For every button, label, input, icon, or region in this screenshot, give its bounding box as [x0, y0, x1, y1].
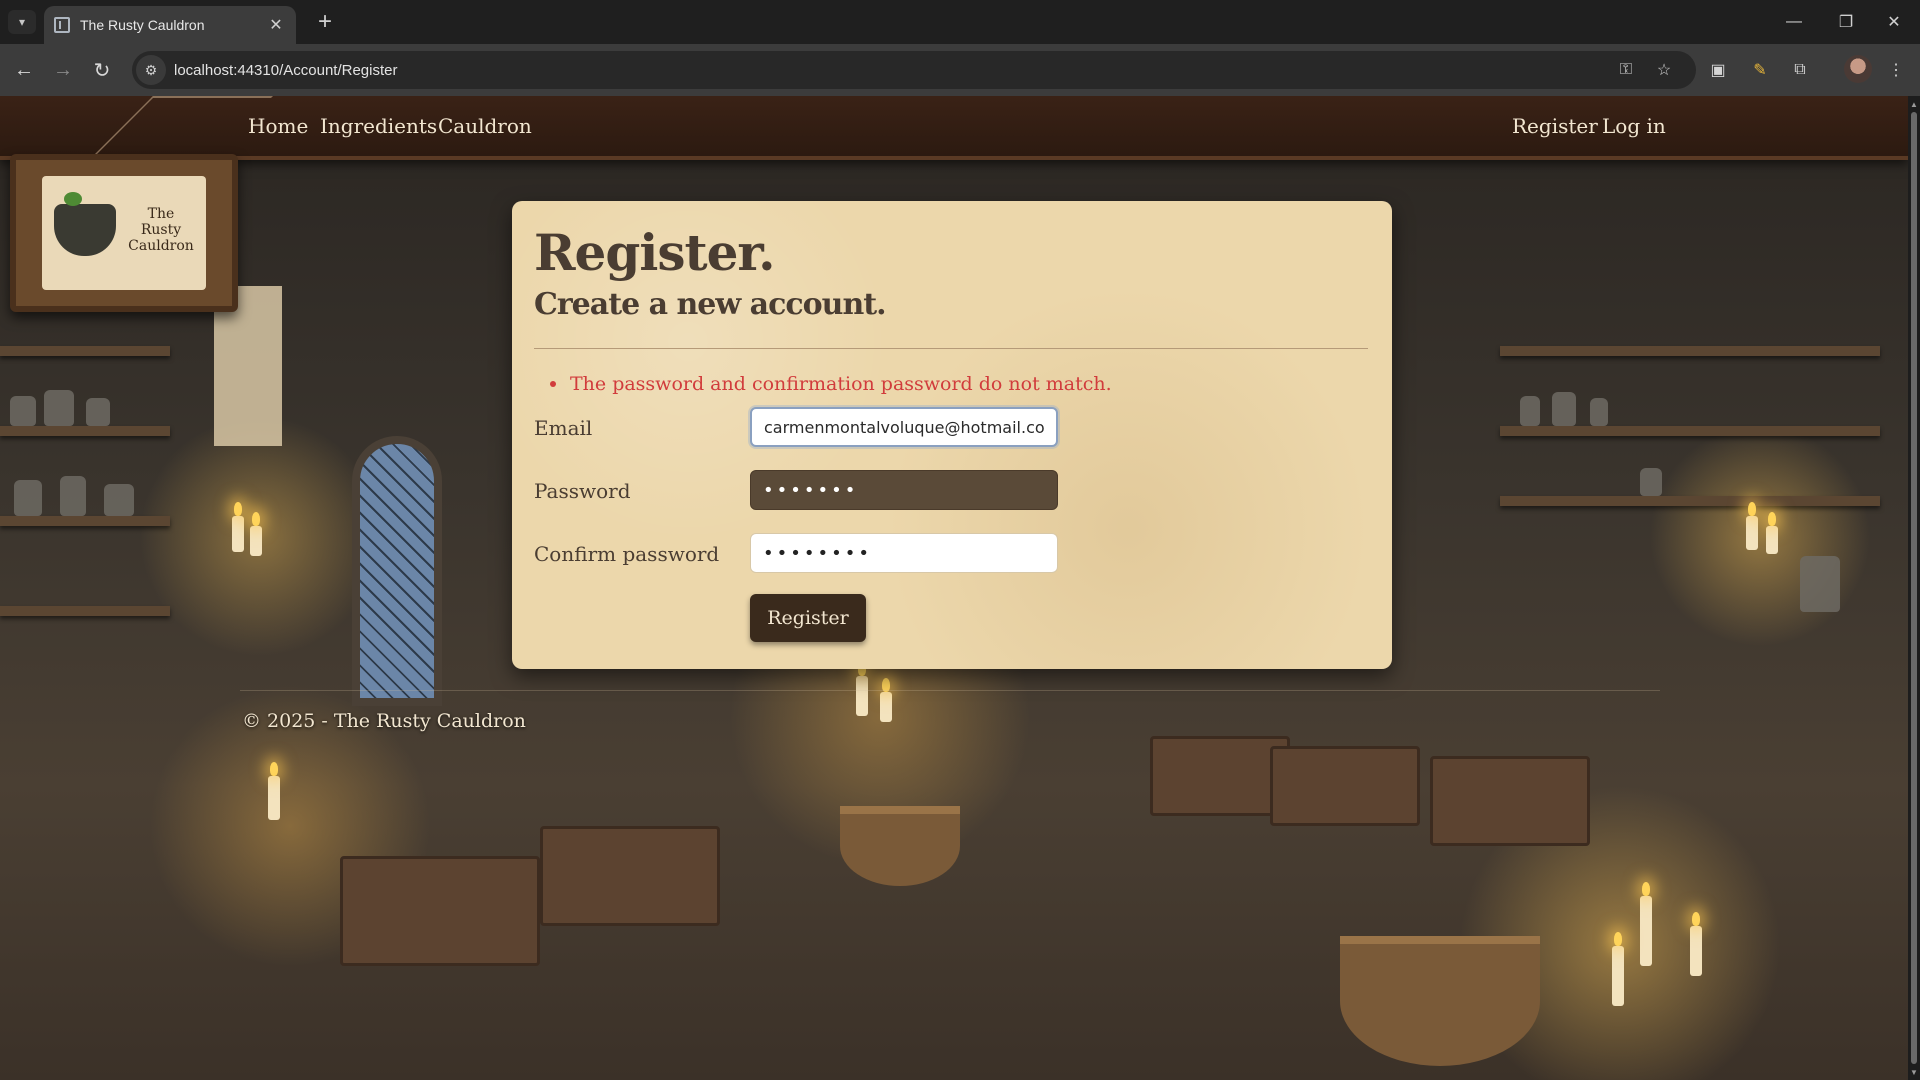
confirm-password-label: Confirm password [534, 542, 720, 566]
browser-toolbar: ← → ↻ ⚙ localhost:44310/Account/Register… [0, 44, 1920, 96]
extension-pen-icon[interactable]: ✎ [1746, 56, 1774, 84]
page-title: Register. [534, 223, 776, 282]
divider [534, 348, 1368, 349]
background-crate [340, 856, 540, 966]
register-button[interactable]: Register [750, 594, 866, 642]
footer-copyright: © 2025 - The Rusty Cauldron [242, 710, 526, 732]
background-candle [1640, 882, 1652, 966]
background-jar [1640, 468, 1662, 496]
logo-plate: The Rusty Cauldron [42, 176, 206, 290]
logo-text: The Rusty Cauldron [120, 206, 202, 254]
new-tab-plus-icon[interactable]: + [310, 8, 340, 38]
browser-tabstrip: ▾ The Rusty Cauldron ✕ + — ❐ ✕ [0, 0, 1920, 44]
page-viewport: Home Ingredients Cauldron Register Log i… [0, 96, 1908, 1080]
background-crate [1150, 736, 1290, 816]
site-info-tune-icon[interactable]: ⚙ [136, 55, 166, 85]
scrollbar-thumb[interactable] [1911, 112, 1917, 1064]
page-scrollbar[interactable]: ▲ ▼ [1908, 96, 1920, 1080]
nav-ingredients-link[interactable]: Ingredients [320, 114, 437, 138]
validation-error: The password and confirmation password d… [550, 373, 1112, 395]
background-basket [840, 806, 960, 886]
background-jar [1552, 392, 1576, 426]
background-window [352, 436, 442, 706]
browser-tab[interactable]: The Rusty Cauldron ✕ [44, 6, 296, 44]
background-shelf [0, 346, 170, 356]
nav-register-link[interactable]: Register [1512, 114, 1598, 138]
background-jar [1520, 396, 1540, 426]
scroll-down-icon[interactable]: ▼ [1910, 1068, 1918, 1077]
background-crate [540, 826, 720, 926]
nav-home-link[interactable]: Home [248, 114, 308, 138]
background-jar [1590, 398, 1608, 426]
background-shelf [1500, 346, 1880, 356]
page-subtitle: Create a new account. [534, 287, 887, 322]
email-label: Email [534, 416, 593, 440]
background-jar [104, 484, 134, 516]
background-candle [1746, 502, 1758, 550]
password-field[interactable]: ••••••• [750, 470, 1058, 510]
cauldron-icon [54, 192, 116, 256]
background-candle [856, 662, 868, 716]
background-candle [1612, 932, 1624, 1006]
back-arrow-icon[interactable]: ← [10, 56, 38, 84]
minimize-icon[interactable]: — [1768, 0, 1820, 44]
site-navbar: Home Ingredients Cauldron Register Log i… [0, 96, 1908, 160]
background-shelf [1500, 496, 1880, 506]
close-window-icon[interactable]: ✕ [1868, 0, 1920, 44]
password-label: Password [534, 479, 631, 503]
background-shelf [0, 516, 170, 526]
background-shelf [0, 606, 170, 616]
background-jar [1800, 556, 1840, 612]
background-candle [1690, 912, 1702, 976]
bullet-icon [550, 381, 556, 387]
logo-text-line: Cauldron [128, 238, 194, 254]
background-jar [10, 396, 36, 426]
validation-error-text: The password and confirmation password d… [570, 373, 1112, 395]
restore-icon[interactable]: ❐ [1820, 0, 1872, 44]
url-text[interactable]: localhost:44310/Account/Register [174, 62, 397, 79]
address-bar[interactable]: ⚙ localhost:44310/Account/Register ⚿ ☆ [132, 51, 1696, 89]
background-jar [86, 398, 110, 426]
background-crate [1430, 756, 1590, 846]
background-jar [14, 480, 42, 516]
background-basket [1340, 936, 1540, 1066]
puzzle-icon[interactable]: ⧉ [1786, 56, 1814, 84]
background-shelf [0, 426, 170, 436]
profile-avatar[interactable] [1844, 55, 1872, 83]
tab-close-icon[interactable]: ✕ [266, 15, 286, 35]
footer-divider [240, 690, 1660, 691]
scroll-up-icon[interactable]: ▲ [1910, 100, 1918, 109]
background-jar [44, 390, 74, 426]
background-candle [1766, 512, 1778, 554]
background-jar [60, 476, 86, 516]
logo-text-line: The [147, 206, 175, 222]
background-candle [880, 678, 892, 722]
email-field[interactable]: carmenmontalvoluque@hotmail.co [750, 407, 1058, 447]
extension-a-icon[interactable]: ▣ [1704, 56, 1732, 84]
star-icon[interactable]: ☆ [1650, 56, 1678, 84]
background-candle [268, 762, 280, 820]
key-icon[interactable]: ⚿ [1612, 56, 1640, 84]
background-candle [232, 502, 244, 552]
more-menu-icon[interactable]: ⋮ [1882, 56, 1910, 84]
background-crate [1270, 746, 1420, 826]
tab-search-chevron-down-icon[interactable]: ▾ [8, 10, 36, 34]
reload-icon[interactable]: ↻ [88, 56, 116, 84]
site-logo-sign[interactable]: The Rusty Cauldron [10, 154, 238, 312]
nav-cauldron-link[interactable]: Cauldron [438, 114, 532, 138]
page-favicon-icon [54, 17, 70, 33]
forward-arrow-icon[interactable]: → [49, 56, 77, 84]
nav-login-link[interactable]: Log in [1602, 114, 1666, 138]
background-candle [250, 512, 262, 556]
confirm-password-field[interactable]: •••••••• [750, 533, 1058, 573]
logo-text-line: Rusty [140, 222, 182, 238]
register-card: Register. Create a new account. The pass… [512, 201, 1392, 669]
tab-title: The Rusty Cauldron [80, 17, 205, 33]
background-shelf [1500, 426, 1880, 436]
